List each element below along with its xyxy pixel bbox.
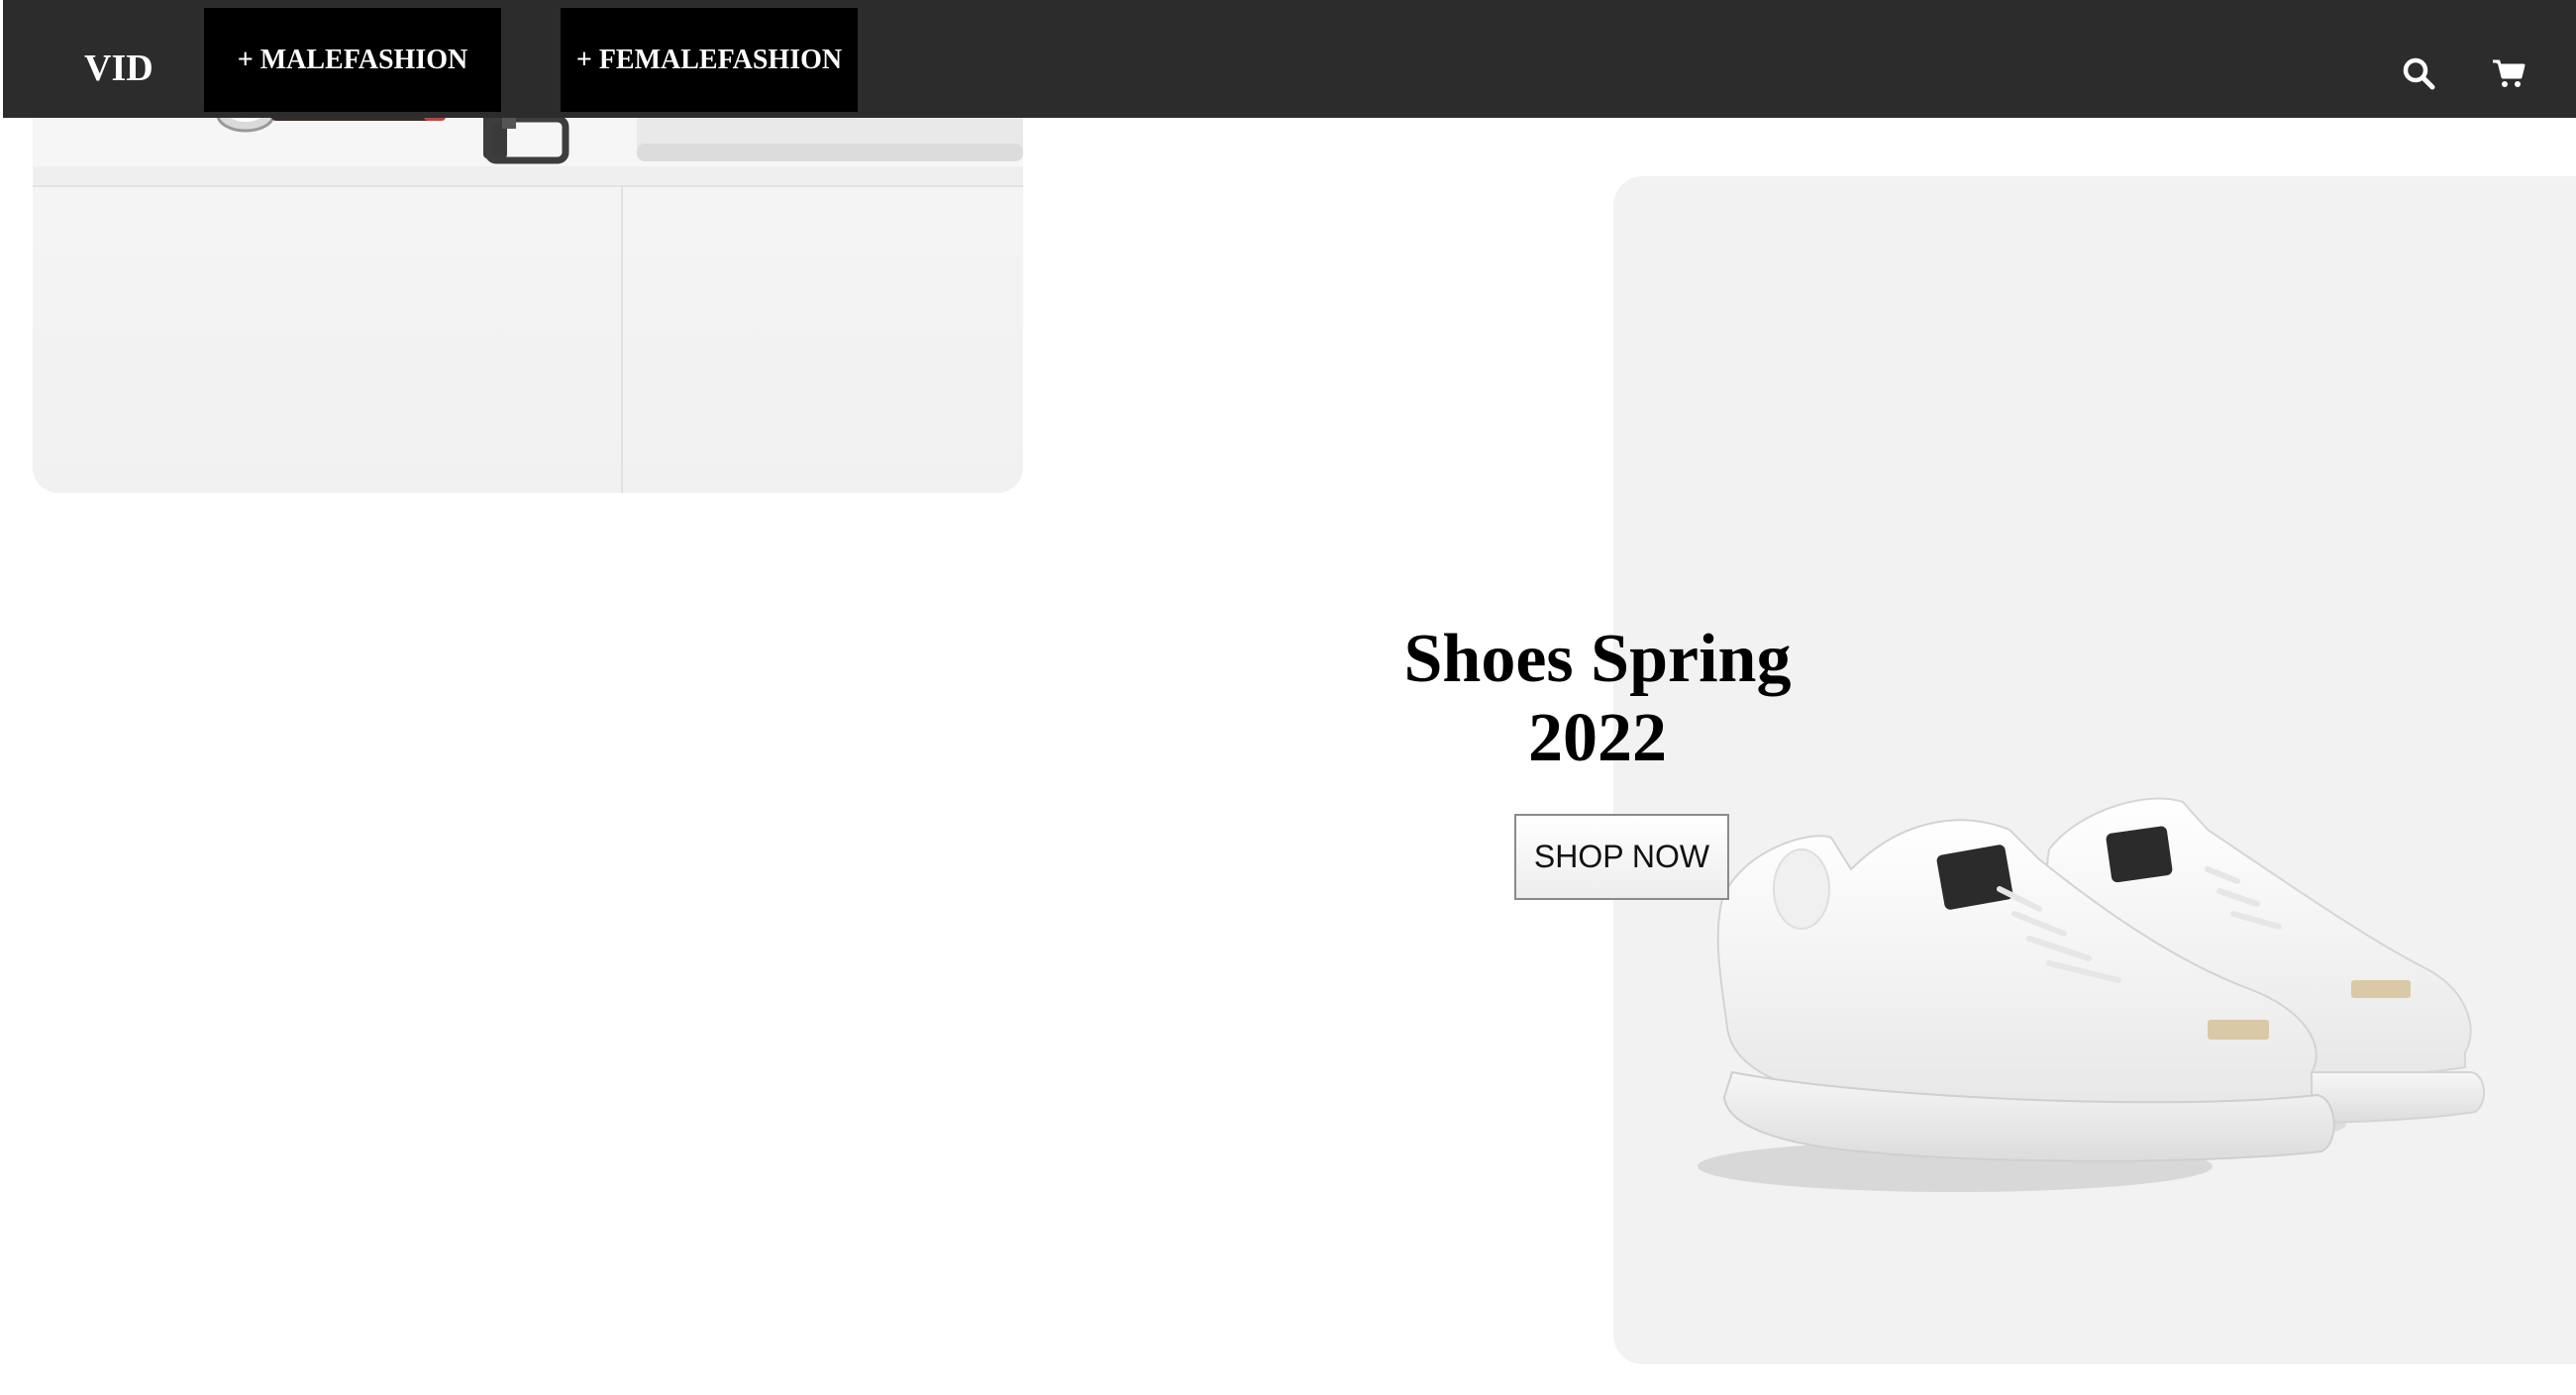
floor-surface (33, 185, 1023, 493)
floor-seam (33, 185, 1023, 187)
search-icon[interactable] (2401, 55, 2436, 91)
brand-logo[interactable]: VID (84, 44, 154, 93)
page: Shoes Spring 2022 SHOP NOW VID + MALEFAS… (0, 0, 2576, 1395)
floor-seam (621, 185, 623, 493)
hero-title: Shoes Spring 2022 (1403, 621, 1792, 776)
top-navbar: VID + MALEFASHION + FEMALEFASHION (3, 0, 2576, 118)
female-fashion-button[interactable]: + FEMALEFASHION (561, 8, 858, 112)
male-fashion-button[interactable]: + MALEFASHION (204, 8, 501, 112)
shop-now-button[interactable]: SHOP NOW (1514, 814, 1729, 900)
cart-icon[interactable] (2491, 55, 2526, 91)
